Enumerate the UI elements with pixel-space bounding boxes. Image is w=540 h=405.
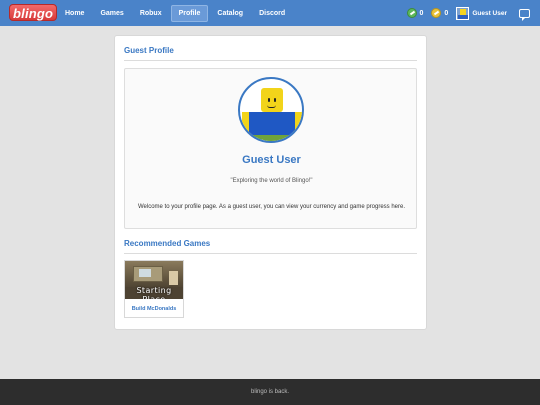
- header-username: Guest User: [472, 9, 507, 17]
- game-thumbnail[interactable]: Starting Place: [125, 261, 183, 299]
- nav-games[interactable]: Games: [93, 6, 130, 21]
- game-thumbnail-caption: Starting Place: [136, 286, 172, 299]
- currency-gold-amount: 0: [444, 9, 449, 17]
- game-card[interactable]: Starting Place Build McDonalds: [124, 260, 184, 318]
- profile-box: Guest User "Exploring the world of Bling…: [124, 68, 417, 229]
- nav-robux[interactable]: Robux: [133, 6, 169, 21]
- nav-profile[interactable]: Profile: [170, 4, 209, 22]
- game-name-link[interactable]: Build McDonalds: [125, 306, 183, 312]
- currency-gold[interactable]: 0: [431, 8, 448, 18]
- profile-card: Guest Profile Guest User "Exploring the …: [114, 35, 427, 330]
- chat-icon[interactable]: [519, 8, 530, 21]
- green-currency-icon: [406, 8, 417, 18]
- blingo-logo[interactable]: blingo: [9, 4, 58, 21]
- profile-tagline: "Exploring the world of Blingo!": [230, 178, 313, 184]
- profile-display-name: Guest User: [242, 154, 301, 166]
- header-tools: 0 0 Guest User: [406, 0, 540, 26]
- nav-catalog[interactable]: Catalog: [210, 6, 250, 21]
- divider: [124, 60, 417, 61]
- avatar: [456, 6, 470, 20]
- profile-avatar: [238, 77, 304, 143]
- nav-discord[interactable]: Discord: [252, 6, 292, 21]
- profile-welcome-text: Welcome to your profile page. As a guest…: [137, 204, 406, 210]
- currency-green[interactable]: 0: [406, 8, 424, 18]
- recommended-section-title: Recommended Games: [124, 239, 211, 248]
- top-nav-bar: blingo Home Games Robux Profile Catalog …: [0, 0, 540, 26]
- footer-text: blingo is back.: [250, 389, 290, 395]
- divider: [124, 253, 417, 254]
- main-nav: Home Games Robux Profile Catalog Discord: [58, 0, 294, 26]
- profile-section-title: Guest Profile: [124, 46, 174, 55]
- user-menu[interactable]: Guest User: [456, 6, 507, 20]
- nav-home[interactable]: Home: [58, 6, 91, 21]
- currency-green-amount: 0: [419, 9, 424, 17]
- gold-currency-icon: [431, 8, 442, 18]
- footer: blingo is back.: [0, 379, 540, 405]
